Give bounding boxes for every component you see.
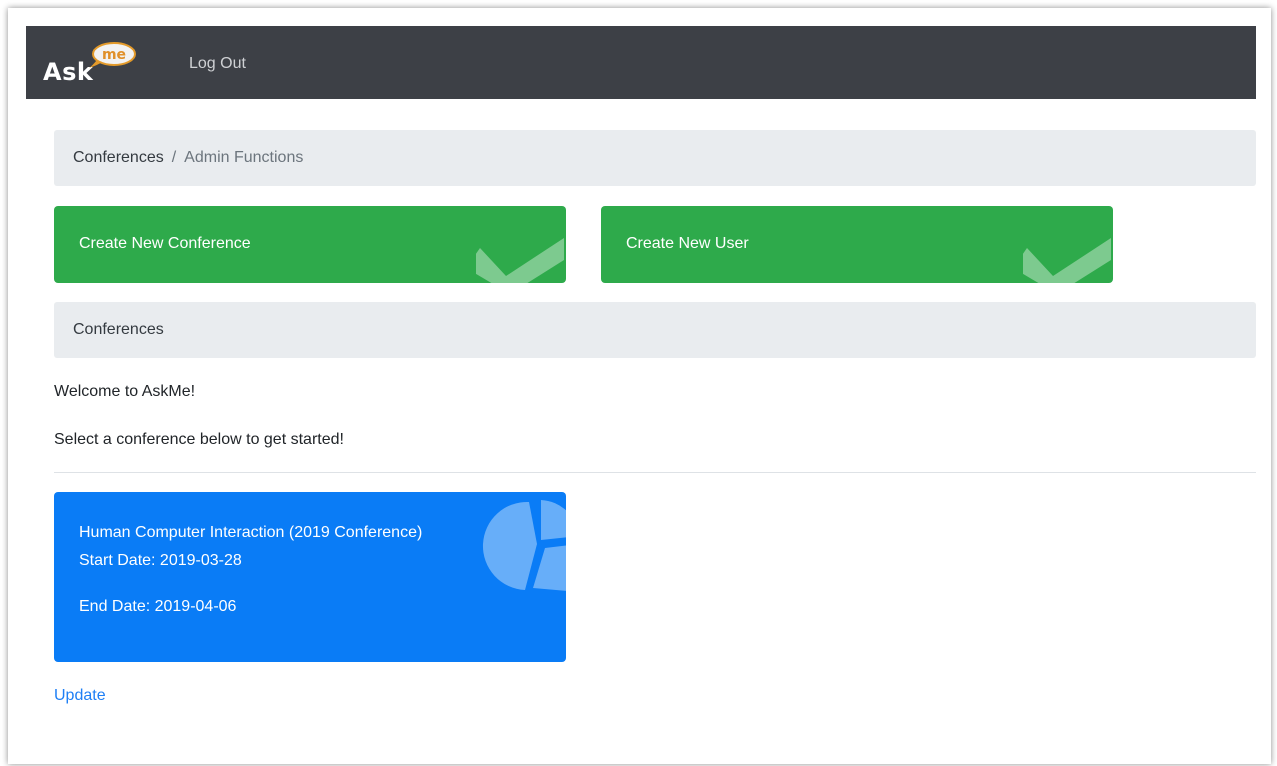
create-new-user-card[interactable]: Create New User (601, 206, 1113, 283)
divider (54, 472, 1256, 473)
conferences-section-title: Conferences (73, 321, 164, 338)
create-new-conference-card[interactable]: Create New Conference (54, 206, 566, 283)
conference-card[interactable]: Human Computer Interaction (2019 Confere… (54, 492, 566, 662)
conference-end-date: End Date: 2019-04-06 (79, 598, 237, 615)
update-link[interactable]: Update (54, 687, 106, 705)
create-new-conference-label: Create New Conference (79, 235, 251, 252)
check-icon (476, 238, 564, 283)
logo-ask-text: Ask (43, 58, 94, 86)
navbar: Ask me Log Out (26, 26, 1256, 99)
breadcrumb-separator: / (171, 149, 177, 166)
conference-name: Human Computer Interaction (2019 Confere… (79, 524, 423, 541)
pie-chart-icon (482, 500, 566, 591)
conferences-section-header: Conferences (54, 302, 1256, 358)
logout-link[interactable]: Log Out (189, 55, 246, 73)
logo-me-text: me (102, 47, 126, 63)
instruction-text: Select a conference below to get started… (54, 431, 344, 448)
conference-start-date: Start Date: 2019-03-28 (79, 552, 242, 569)
breadcrumb: Conferences / Admin Functions (54, 130, 1256, 186)
breadcrumb-item-conferences[interactable]: Conferences (73, 149, 164, 167)
check-icon (1023, 238, 1111, 283)
breadcrumb-item-admin-functions: Admin Functions (184, 149, 304, 166)
create-new-user-label: Create New User (626, 235, 749, 252)
logo-me-bubble-icon: me (89, 42, 136, 68)
askme-logo[interactable]: Ask me (43, 38, 163, 90)
browser-frame: Ask me Log Out Conferences / Admin Funct… (8, 8, 1271, 764)
welcome-text: Welcome to AskMe! (54, 383, 196, 400)
